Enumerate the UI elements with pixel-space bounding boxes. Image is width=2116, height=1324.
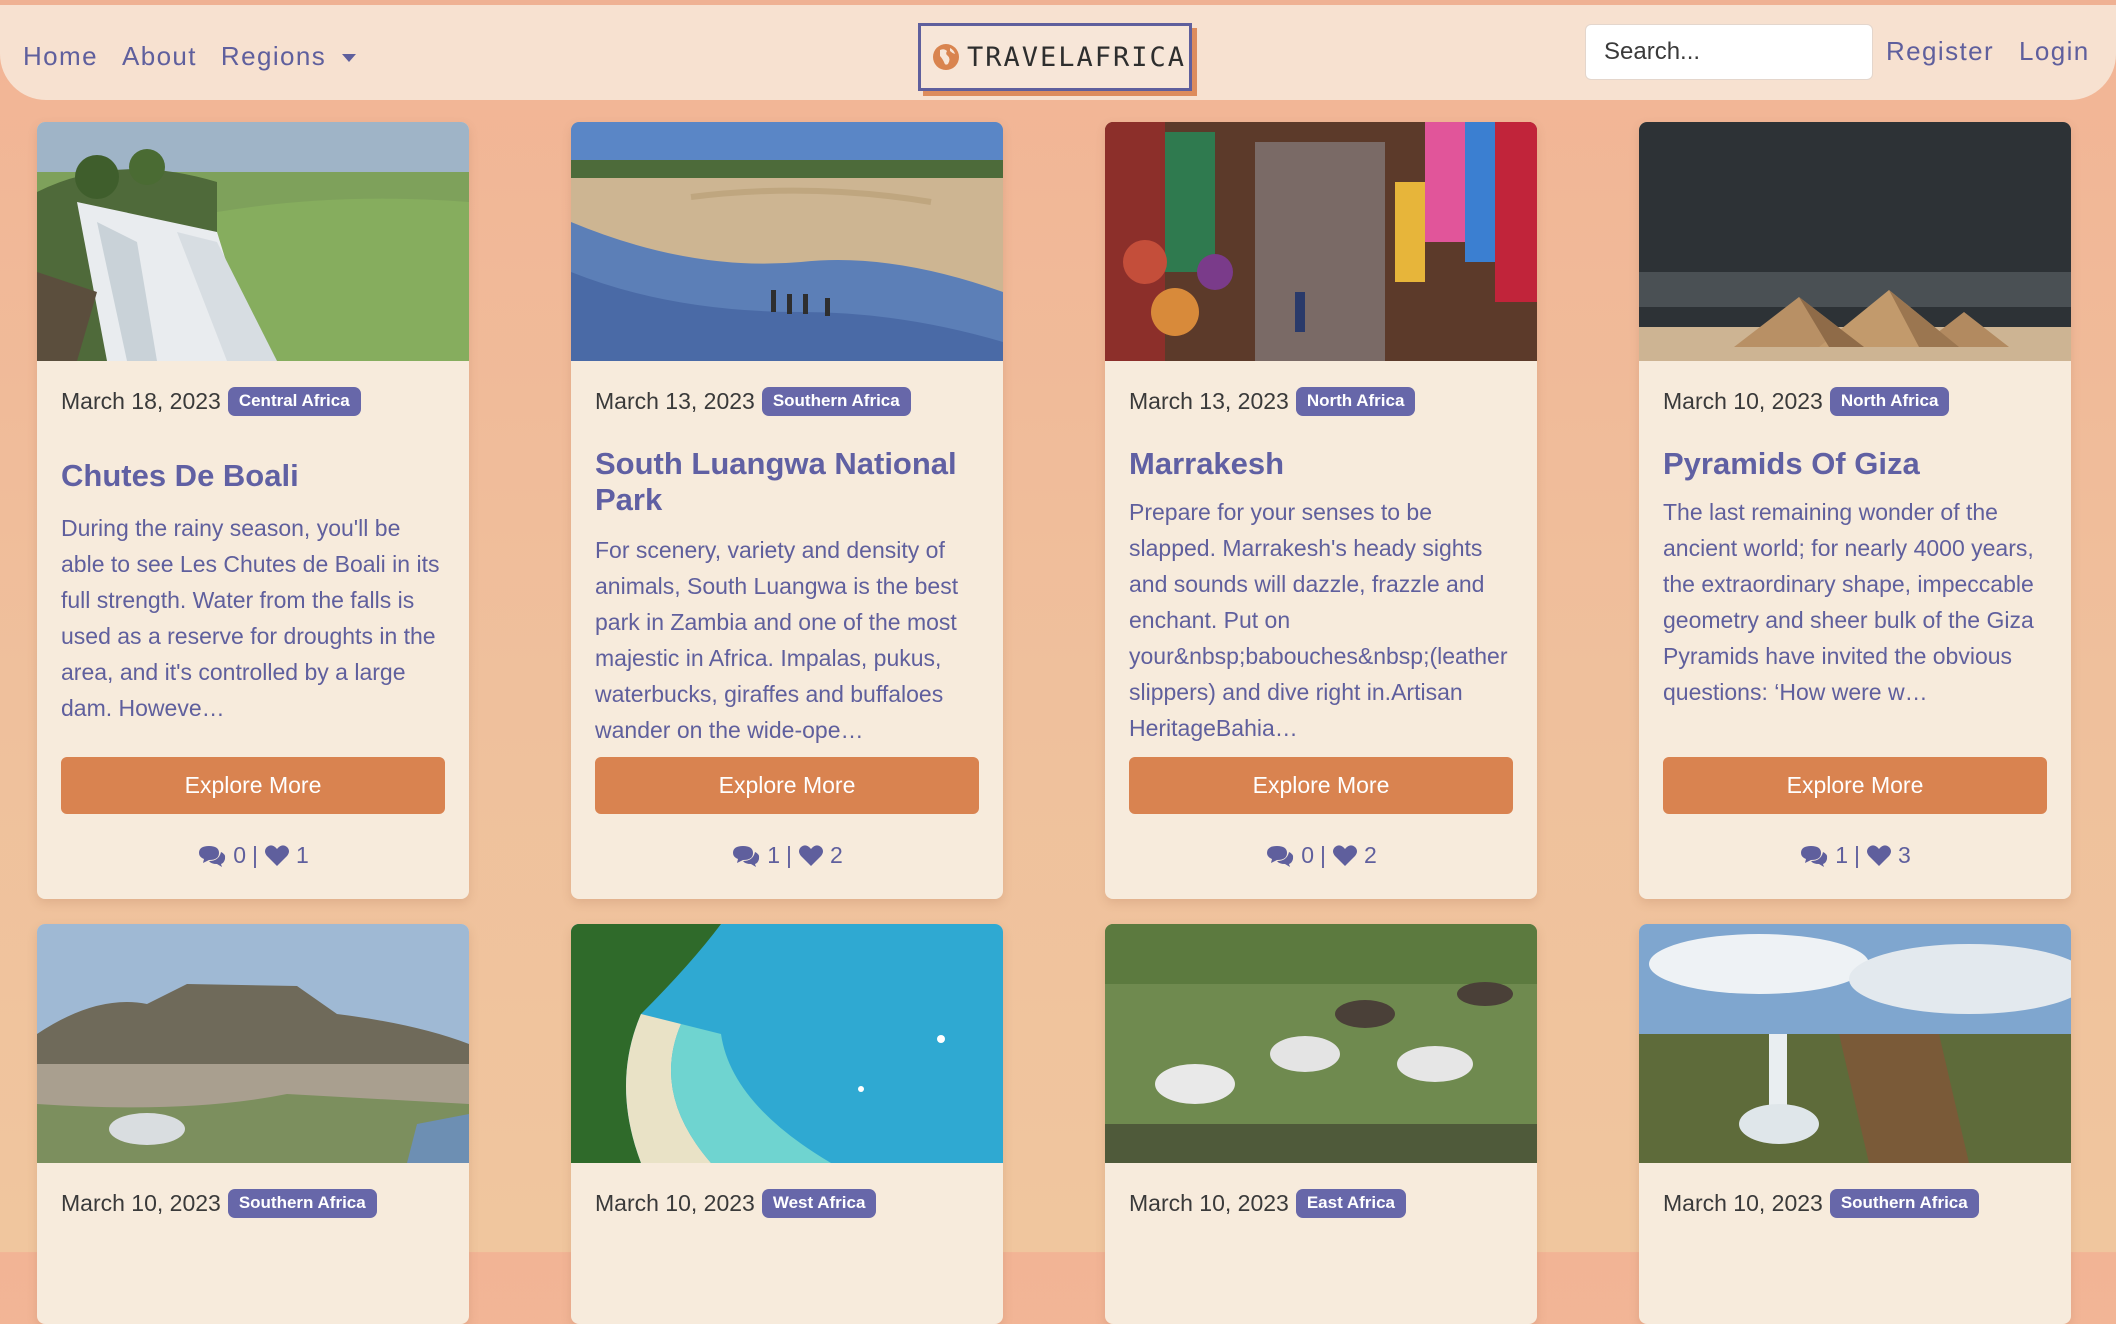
destination-card: March 13, 2023 North Africa Marrakesh Pre…: [1105, 122, 1537, 899]
comment-count: 0: [1301, 842, 1314, 868]
region-badge[interactable]: Southern Africa: [227, 1189, 377, 1218]
nav-home-label: Home: [23, 41, 98, 71]
card-date: March 10, 2023: [1663, 1189, 1823, 1216]
card-image-market[interactable]: [1105, 122, 1537, 361]
heart-icon[interactable]: [264, 844, 290, 868]
destination-card: March 10, 2023 North Africa Pyramids Of G…: [1639, 122, 2071, 899]
card-image-waterfall[interactable]: [37, 122, 469, 361]
comments-icon: [1801, 845, 1828, 867]
like-count: 2: [1363, 842, 1377, 868]
card-image-zebras[interactable]: [1105, 924, 1537, 1163]
stats-separator: |: [252, 842, 258, 868]
card-date: March 13, 2023: [1129, 387, 1289, 414]
comment-count: 1: [767, 842, 780, 868]
globe-icon: [933, 44, 959, 70]
like-count: 2: [829, 842, 843, 868]
region-badge[interactable]: West Africa: [761, 1189, 877, 1218]
card-description: The last remaining wonder of the ancient…: [1663, 498, 2034, 705]
register-link[interactable]: Register: [1886, 36, 1994, 67]
register-label: Register: [1886, 36, 1995, 66]
region-badge[interactable]: Southern Africa: [1829, 1189, 1979, 1218]
brand-logo[interactable]: TRAVELAFRICA: [918, 23, 1192, 91]
chevron-down-icon: [342, 53, 357, 62]
comment-count: 0: [233, 842, 246, 868]
nav-left-links: Home About Regions: [23, 41, 357, 72]
comments-icon: [1267, 845, 1294, 867]
card-title[interactable]: South Luangwa National Park: [595, 446, 979, 518]
card-image-pyramids[interactable]: [1639, 122, 2071, 361]
destination-card: March 10, 2023 Southern Africa: [37, 924, 469, 1324]
card-stats: 0 | 1: [37, 842, 469, 869]
destination-card: March 10, 2023 Southern Africa: [1639, 924, 2071, 1324]
nav-home-link[interactable]: Home: [23, 41, 98, 72]
card-image-bay[interactable]: [571, 924, 1003, 1163]
card-description: For scenery, variety and density of anim…: [595, 536, 959, 743]
card-title[interactable]: Chutes De Boali: [61, 458, 445, 494]
card-stats: 0 | 2: [1105, 842, 1537, 869]
comments-icon: [733, 845, 760, 867]
brand-name: TRAVELAFRICA: [967, 41, 1187, 73]
destination-card: March 13, 2023 Southern Africa South Luan…: [571, 122, 1003, 899]
region-badge[interactable]: North Africa: [1829, 387, 1950, 416]
nav-regions-dropdown[interactable]: Regions: [220, 41, 357, 72]
stats-separator: |: [1320, 842, 1326, 868]
card-date: March 10, 2023: [1129, 1189, 1289, 1216]
region-badge[interactable]: East Africa: [1295, 1189, 1407, 1218]
destination-card: March 18, 2023 Central Africa Chutes De B…: [37, 122, 469, 899]
region-badge[interactable]: North Africa: [1295, 387, 1416, 416]
region-badge[interactable]: Central Africa: [227, 387, 361, 416]
nav-right-links: Register Login: [1886, 36, 2090, 67]
heart-icon[interactable]: [1332, 844, 1358, 868]
comment-count: 1: [1835, 842, 1848, 868]
comments-icon: [199, 845, 226, 867]
card-image-river[interactable]: [571, 122, 1003, 361]
heart-icon[interactable]: [798, 844, 824, 868]
card-date: March 10, 2023: [1663, 387, 1823, 414]
card-description: Prepare for your senses to be slapped. M…: [1129, 498, 1508, 741]
login-label: Login: [2019, 36, 2090, 66]
nav-regions-label: Regions: [220, 41, 327, 71]
card-image-falls[interactable]: [1639, 924, 2071, 1163]
nav-about-link[interactable]: About: [122, 41, 197, 72]
nav-about-label: About: [121, 41, 197, 71]
card-title[interactable]: Marrakesh: [1129, 446, 1513, 482]
navbar: Home About Regions TRAVELAFRICA Register…: [0, 0, 2116, 100]
destination-card: March 10, 2023 West Africa: [571, 924, 1003, 1324]
card-title[interactable]: Pyramids Of Giza: [1663, 446, 2047, 482]
destination-grid: March 18, 2023 Central Africa Chutes De B…: [37, 122, 2071, 1324]
card-date: March 13, 2023: [595, 387, 755, 414]
heart-icon[interactable]: [1866, 844, 1892, 868]
card-date: March 18, 2023: [61, 387, 221, 414]
card-date: March 10, 2023: [61, 1189, 221, 1216]
search-input[interactable]: [1585, 24, 1873, 80]
card-date: March 10, 2023: [595, 1189, 755, 1216]
stats-separator: |: [786, 842, 792, 868]
explore-more-button[interactable]: Explore More: [1129, 757, 1513, 814]
destination-card: March 10, 2023 East Africa: [1105, 924, 1537, 1324]
card-stats: 1 | 3: [1639, 842, 2071, 869]
like-count: 1: [295, 842, 309, 868]
card-image-city[interactable]: [37, 924, 469, 1163]
card-description: During the rainy season, you'll be able …: [61, 514, 440, 721]
card-stats: 1 | 2: [571, 842, 1003, 869]
explore-more-button[interactable]: Explore More: [595, 757, 979, 814]
login-link[interactable]: Login: [2019, 36, 2090, 67]
explore-more-button[interactable]: Explore More: [61, 757, 445, 814]
stats-separator: |: [1854, 842, 1860, 868]
explore-more-button[interactable]: Explore More: [1663, 757, 2047, 814]
region-badge[interactable]: Southern Africa: [761, 387, 911, 416]
like-count: 3: [1897, 842, 1911, 868]
